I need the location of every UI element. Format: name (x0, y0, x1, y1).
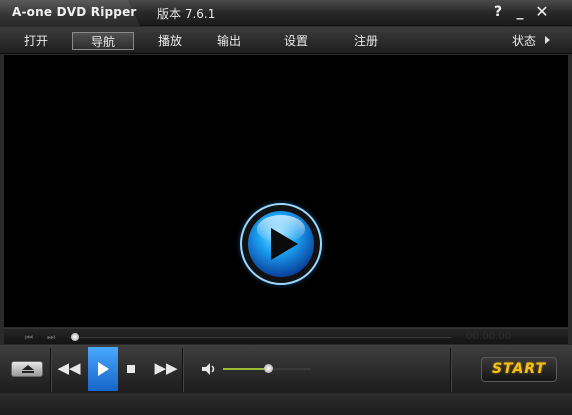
menu-item-navigate[interactable]: 导航 (72, 32, 134, 50)
video-display[interactable] (4, 55, 568, 327)
title-bar: A-one DVD Ripper 版本 7.6.1 ? _ ✕ (0, 0, 572, 26)
skip-next-icon[interactable]: ⏭ (47, 333, 55, 343)
start-button[interactable]: START (481, 357, 557, 382)
help-button[interactable]: ? (490, 4, 506, 20)
menu-item-play[interactable]: 播放 (150, 32, 190, 50)
play-icon (98, 362, 109, 376)
bottom-strip (0, 393, 572, 415)
seek-track[interactable] (69, 337, 451, 338)
divider (50, 348, 51, 392)
divider (450, 348, 451, 392)
menu-item-status[interactable]: 状态 (506, 32, 542, 50)
speaker-icon[interactable] (201, 362, 217, 376)
skip-previous-icon[interactable]: ⏮ (25, 333, 33, 343)
version-label: 版本 7.6.1 (157, 7, 216, 21)
divider (182, 348, 183, 392)
menu-item-open[interactable]: 打开 (16, 32, 56, 50)
play-button[interactable] (88, 347, 118, 391)
time-display: 00:00:00 (466, 331, 511, 342)
menu-item-output[interactable]: 输出 (209, 32, 249, 50)
play-icon[interactable] (236, 199, 326, 289)
fast-forward-button[interactable]: ▶▶ (154, 359, 178, 379)
seek-bar: ⏮ ⏭ 00:00:00 (4, 328, 568, 344)
rewind-button[interactable]: ◀◀ (57, 359, 81, 379)
eject-icon (22, 365, 34, 370)
eject-button[interactable] (11, 361, 43, 377)
chevron-right-icon[interactable] (545, 36, 550, 44)
menu-item-register[interactable]: 注册 (346, 32, 386, 50)
close-button[interactable]: ✕ (534, 4, 550, 20)
menu-item-settings[interactable]: 设置 (276, 32, 316, 50)
menu-bar: 打开 导航 播放 输出 设置 注册 状态 (0, 27, 572, 54)
minimize-button[interactable]: _ (512, 4, 528, 20)
volume-handle[interactable] (264, 364, 273, 373)
stop-button[interactable] (127, 365, 135, 373)
seek-handle[interactable] (71, 333, 79, 341)
app-name: A-one DVD Ripper (12, 5, 137, 19)
